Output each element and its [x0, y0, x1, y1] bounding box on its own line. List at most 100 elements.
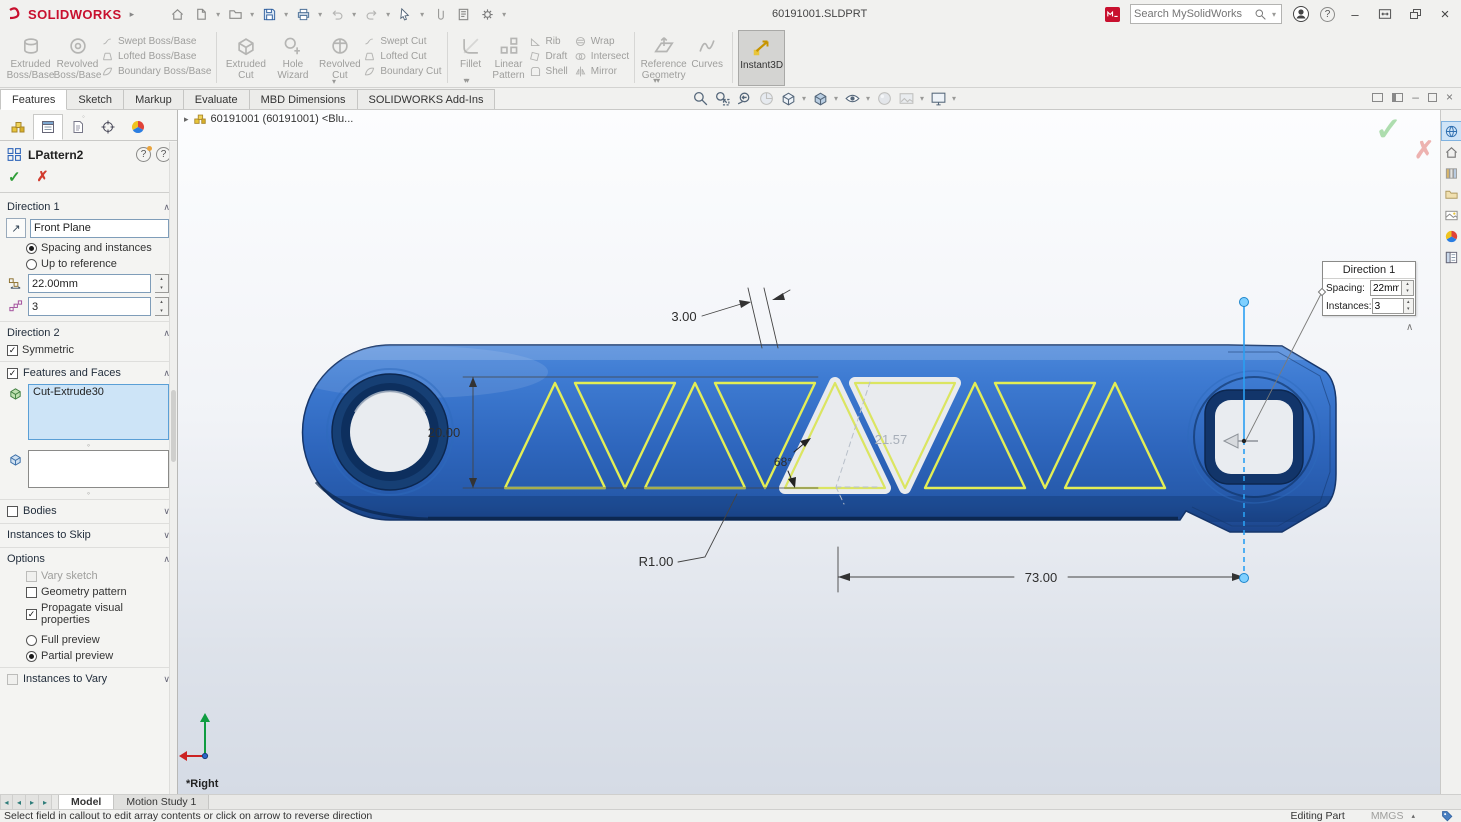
cancel-button[interactable]: ✗ — [37, 168, 49, 186]
minimize-pane-icon[interactable]: – — [1412, 90, 1419, 104]
hide-show-items-icon[interactable] — [842, 89, 862, 108]
spin-down-icon[interactable]: ▾ — [155, 284, 168, 293]
swept-cut-button[interactable]: Swept Cut — [363, 34, 441, 49]
features-to-pattern-list[interactable]: Cut-Extrude30 — [28, 384, 169, 440]
tree-root-label[interactable]: 60191001 (60191001) <Blu... — [211, 113, 354, 125]
spin-up-icon[interactable]: ▴ — [1404, 299, 1413, 306]
select-button[interactable] — [394, 3, 416, 25]
tab-solidworks-addins[interactable]: SOLIDWORKS Add-Ins — [356, 89, 496, 109]
spacing-input[interactable] — [28, 274, 151, 293]
spin-up-icon[interactable]: ▴ — [155, 275, 168, 284]
curves-caret-icon[interactable]: ▾ — [653, 75, 657, 86]
units-caret-icon[interactable]: ▴ — [1411, 812, 1415, 820]
symmetric-checkbox[interactable]: ✓ — [7, 344, 18, 356]
edit-appearance-icon[interactable] — [874, 89, 894, 108]
account-icon[interactable] — [1292, 5, 1310, 23]
home-pane-icon[interactable] — [1442, 143, 1461, 161]
new-document-button[interactable] — [190, 3, 212, 25]
view-palette-icon[interactable] — [1442, 206, 1461, 224]
panel-grip-icon[interactable]: ◦ — [82, 112, 85, 121]
units-label[interactable]: MMGS — [1371, 810, 1404, 822]
spin-down-icon[interactable]: ▾ — [155, 307, 168, 316]
tab-property-manager[interactable] — [33, 114, 63, 140]
custom-properties-icon[interactable] — [1442, 248, 1461, 266]
cut-group-caret-icon[interactable]: ▾ — [332, 77, 336, 86]
pm-scrollbar[interactable] — [169, 142, 177, 794]
mirror-button[interactable]: Mirror — [574, 64, 629, 79]
partial-preview-row[interactable]: Partial preview — [0, 648, 177, 664]
bodies-checkbox[interactable] — [7, 505, 18, 517]
up-to-reference-radio-row[interactable]: Up to reference — [0, 256, 177, 272]
intersect-button[interactable]: Intersect — [574, 49, 629, 64]
list-resize-handle[interactable]: ◦ — [0, 489, 177, 498]
lofted-boss-button[interactable]: Lofted Boss/Base — [101, 49, 211, 64]
swept-boss-button[interactable]: Swept Boss/Base — [101, 34, 211, 49]
symmetric-checkbox-row[interactable]: ✓ Symmetric — [0, 342, 177, 358]
first-study-button[interactable]: ◂ — [0, 795, 13, 809]
print-caret-icon[interactable]: ▾ — [316, 10, 324, 19]
reverse-direction-button[interactable]: ↗ — [6, 218, 26, 238]
linear-pattern-button[interactable]: Linear Pattern ▾ — [466, 30, 529, 85]
linear-pattern-caret-icon[interactable]: ▾ — [466, 75, 470, 86]
undo-caret-icon[interactable]: ▾ — [350, 10, 358, 19]
geometry-pattern-row[interactable]: Geometry pattern — [0, 584, 177, 600]
close-button[interactable]: × — [1435, 4, 1455, 24]
restore-pane-icon[interactable] — [1427, 92, 1437, 102]
previous-study-button[interactable]: ◂ — [13, 795, 26, 809]
next-study-button[interactable]: ▸ — [26, 795, 39, 809]
open-caret-icon[interactable]: ▾ — [248, 10, 256, 19]
attachment-button[interactable] — [428, 3, 450, 25]
previous-view-icon[interactable] — [734, 89, 754, 108]
view-orientation-icon[interactable] — [778, 89, 798, 108]
split-pane-icon[interactable] — [1392, 92, 1404, 102]
features-faces-checkbox[interactable]: ✓ — [7, 367, 18, 379]
apply-scene-icon[interactable] — [896, 89, 916, 108]
revolved-cut-button[interactable]: Revolved Cut — [316, 30, 363, 81]
shell-button[interactable]: Shell — [529, 64, 568, 79]
options-gear-button[interactable] — [476, 3, 498, 25]
tab-featuremanager-tree[interactable] — [3, 114, 33, 140]
propagate-visual-row[interactable]: ✓ Propagate visual properties — [0, 600, 177, 628]
callout-spacing-spinner[interactable]: ▴ ▾ — [1402, 280, 1414, 296]
help-icon[interactable]: ? — [1320, 6, 1335, 22]
instances-to-skip-section-header[interactable]: Instances to Skip ∨ — [0, 523, 177, 544]
open-button[interactable] — [224, 3, 246, 25]
features-faces-section-header[interactable]: ✓ Features and Faces ∧ — [0, 361, 177, 382]
hide-show-caret-icon[interactable]: ▾ — [864, 94, 872, 103]
instances-spinner[interactable]: ▴ ▾ — [155, 297, 169, 316]
tab-markup[interactable]: Markup — [123, 89, 184, 109]
boundary-cut-button[interactable]: Boundary Cut — [363, 64, 442, 79]
appearances-scenes-icon[interactable] — [1442, 227, 1461, 245]
spin-up-icon[interactable]: ▴ — [1402, 281, 1413, 288]
full-preview-row[interactable]: Full preview — [0, 632, 177, 648]
propagate-visual-checkbox[interactable]: ✓ — [26, 608, 37, 620]
quick-tips-icon[interactable]: ? — [136, 146, 152, 162]
view-settings-caret-icon[interactable]: ▾ — [950, 94, 958, 103]
extruded-cut-button[interactable]: Extruded Cut — [222, 30, 269, 81]
file-properties-button[interactable] — [452, 3, 474, 25]
solidworks-resources-icon[interactable] — [1440, 121, 1461, 141]
model-tab[interactable]: Model — [58, 795, 115, 809]
spacing-instances-radio[interactable] — [26, 242, 37, 254]
direction2-section-header[interactable]: Direction 2 ∧ — [0, 321, 177, 342]
boundary-boss-button[interactable]: Boundary Boss/Base — [101, 64, 211, 79]
instances-input[interactable] — [28, 297, 151, 316]
tree-expand-icon[interactable]: ▸ — [184, 114, 189, 125]
tab-evaluate[interactable]: Evaluate — [182, 89, 250, 109]
view-settings-icon[interactable] — [928, 89, 948, 108]
tab-features[interactable]: Features — [0, 89, 68, 110]
ok-button[interactable]: ✓ — [8, 168, 21, 186]
spin-down-icon[interactable]: ▾ — [1402, 288, 1413, 295]
design-library-icon[interactable] — [1442, 164, 1461, 182]
spacing-spinner[interactable]: ▴ ▾ — [155, 274, 169, 293]
direction1-section-header[interactable]: Direction 1 ∧ — [0, 196, 177, 216]
instances-to-vary-section-header[interactable]: Instances to Vary ∨ — [0, 667, 177, 688]
solidworks-logo[interactable]: SOLIDWORKS ▸ — [8, 7, 134, 22]
hole-wizard-button[interactable]: Hole Wizard — [269, 30, 316, 81]
partial-preview-radio[interactable] — [26, 650, 37, 662]
pm-scrollbar-thumb[interactable] — [171, 390, 176, 462]
motion-study-tab[interactable]: Motion Study 1 — [114, 795, 210, 809]
save-button[interactable] — [258, 3, 280, 25]
select-caret-icon[interactable]: ▾ — [418, 10, 426, 19]
new-caret-icon[interactable]: ▾ — [214, 10, 222, 19]
